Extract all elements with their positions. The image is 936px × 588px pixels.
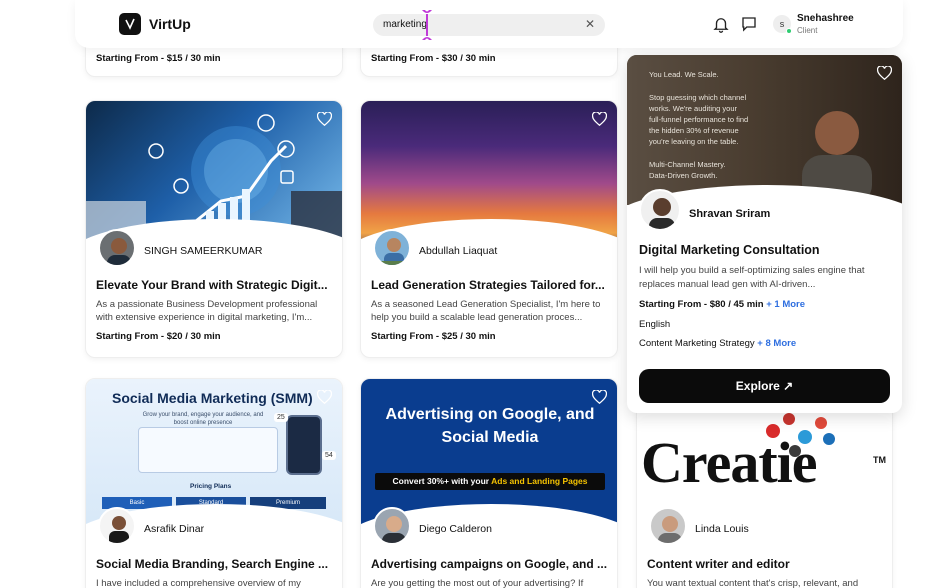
banner-lead-text: Convert 30%+ with your: [392, 476, 492, 486]
banner-highlight-text: Ads and Landing Pages: [491, 476, 588, 486]
banner-line: the hidden 30% of revenue: [649, 126, 739, 135]
avatar: [98, 229, 136, 267]
service-card-expanded-shravan[interactable]: You Lead. We Scale. Stop guessing which …: [627, 55, 902, 413]
engagement-count-3: 54: [322, 451, 336, 460]
dashboard-mockup: [138, 427, 278, 473]
favorite-heart-icon[interactable]: [314, 109, 334, 129]
user-name[interactable]: Snehashree: [797, 13, 854, 24]
service-card-asrafik[interactable]: Social Media Marketing (SMM) Grow your b…: [85, 378, 343, 588]
favorite-heart-icon[interactable]: [589, 387, 609, 407]
banner-line: full-funnel performance to find: [649, 115, 749, 124]
provider-name: Asrafik Dinar: [144, 523, 205, 535]
service-card-abdullah[interactable]: Abdullah Liaquat Lead Generation Strateg…: [360, 100, 618, 358]
service-card-linda[interactable]: Creatie TM Linda Louis Content writer an…: [636, 400, 893, 588]
banner-line: Multi-Channel Mastery.: [649, 160, 726, 169]
provider-name: Shravan Sriram: [689, 208, 771, 220]
skill-label: Content Marketing Strategy: [639, 338, 755, 349]
banner-line: Data-Driven Growth.: [649, 171, 718, 180]
phone-mockup: [286, 415, 322, 475]
page: Starting From - $15 / 30 min Starting Fr…: [0, 0, 936, 588]
chat-icon[interactable]: [740, 15, 758, 33]
banner-line: works. We're auditing your: [649, 104, 737, 113]
card-title[interactable]: Social Media Branding, Search Engine ...: [96, 557, 336, 571]
banner-title: Advertising on Google, and Social Media: [385, 406, 595, 446]
card-title[interactable]: Digital Marketing Consultation: [639, 243, 820, 257]
engagement-count-1: 25: [274, 413, 288, 422]
provider-name: SINGH SAMEERKUMAR: [144, 245, 263, 257]
price-more-link[interactable]: + 1 More: [766, 299, 805, 310]
social-tree-illustration: [766, 413, 835, 457]
provider-name: Linda Louis: [695, 523, 749, 535]
brand-name[interactable]: VirtUp: [149, 16, 191, 32]
close-icon[interactable]: ✕: [585, 17, 595, 31]
card-price: Starting From - $30 / 30 min: [371, 53, 496, 64]
card-price: Starting From - $25 / 30 min: [371, 331, 496, 342]
banner-line: You Lead. We Scale.: [649, 70, 719, 79]
card-price: Starting From - $80 / 45 min: [639, 299, 764, 310]
skills-row: Content Marketing Strategy + 8 More: [639, 338, 796, 349]
explore-button[interactable]: Explore ↗: [639, 369, 890, 403]
skill-more-link[interactable]: + 8 More: [757, 338, 796, 349]
card-price: Starting From - $20 / 30 min: [96, 331, 221, 342]
card-description: I have included a comprehensive overview…: [96, 578, 301, 588]
card-banner-image: You Lead. We Scale. Stop guessing which …: [627, 55, 902, 205]
card-price: Starting From - $15 / 30 min: [96, 53, 221, 64]
card-description: As a passionate Business Development pro…: [96, 299, 318, 323]
card-price-row: Starting From - $80 / 45 min + 1 More: [639, 299, 805, 310]
provider-name: Diego Calderon: [419, 523, 492, 535]
banner-title: Social Media Marketing (SMM): [112, 390, 313, 406]
card-description: I will help you build a self-optimizing …: [639, 265, 865, 290]
virtup-logo-icon[interactable]: [119, 13, 141, 35]
card-banner-image: [361, 101, 617, 251]
card-title[interactable]: Advertising campaigns on Google, and ...: [371, 557, 611, 571]
favorite-heart-icon[interactable]: [589, 109, 609, 129]
card-title[interactable]: Lead Generation Strategies Tailored for.…: [371, 278, 611, 292]
card-banner-image: Social Media Marketing (SMM) Grow your b…: [86, 379, 342, 529]
card-description: As a seasoned Lead Generation Specialist…: [371, 299, 601, 323]
card-description: You want textual content that's crisp, r…: [647, 578, 859, 588]
favorite-heart-icon[interactable]: [874, 63, 894, 83]
banner-subtitle: Grow your brand, engage your audience, a…: [142, 412, 264, 426]
avatar: [373, 507, 411, 545]
banner-line: you're leaving on the table.: [649, 137, 739, 146]
user-role: Client: [797, 26, 818, 35]
avatar: [373, 229, 411, 267]
language-label: English: [639, 319, 671, 330]
favorite-heart-icon[interactable]: [314, 387, 334, 407]
card-title[interactable]: Content writer and editor: [647, 557, 887, 571]
provider-name: Abdullah Liaquat: [419, 245, 498, 257]
online-status-dot: [786, 28, 792, 34]
card-banner-image: Advertising on Google, and Social Media …: [361, 379, 617, 529]
search-bar[interactable]: marketing ✕: [373, 14, 605, 36]
card-banner-image: [86, 101, 342, 251]
text-cursor-icon: [422, 10, 432, 40]
service-card-singh[interactable]: SINGH SAMEERKUMAR Elevate Your Brand wit…: [85, 100, 343, 358]
avatar: [649, 507, 687, 545]
service-card-diego[interactable]: Advertising on Google, and Social Media …: [360, 378, 618, 588]
avatar: [639, 189, 681, 231]
banner-line: Stop guessing which channel: [649, 93, 747, 102]
pricing-label: Pricing Plans: [190, 483, 232, 490]
trademark-mark: TM: [873, 455, 886, 465]
banner-cta-strip: Convert 30%+ with your Ads and Landing P…: [375, 473, 605, 490]
top-navbar: VirtUp marketing ✕ s Snehashree Client: [75, 0, 903, 48]
card-description: Are you getting the most out of your adv…: [371, 578, 584, 588]
avatar: [98, 507, 136, 545]
card-title[interactable]: Elevate Your Brand with Strategic Digit.…: [96, 278, 336, 292]
bell-icon[interactable]: [712, 15, 730, 33]
